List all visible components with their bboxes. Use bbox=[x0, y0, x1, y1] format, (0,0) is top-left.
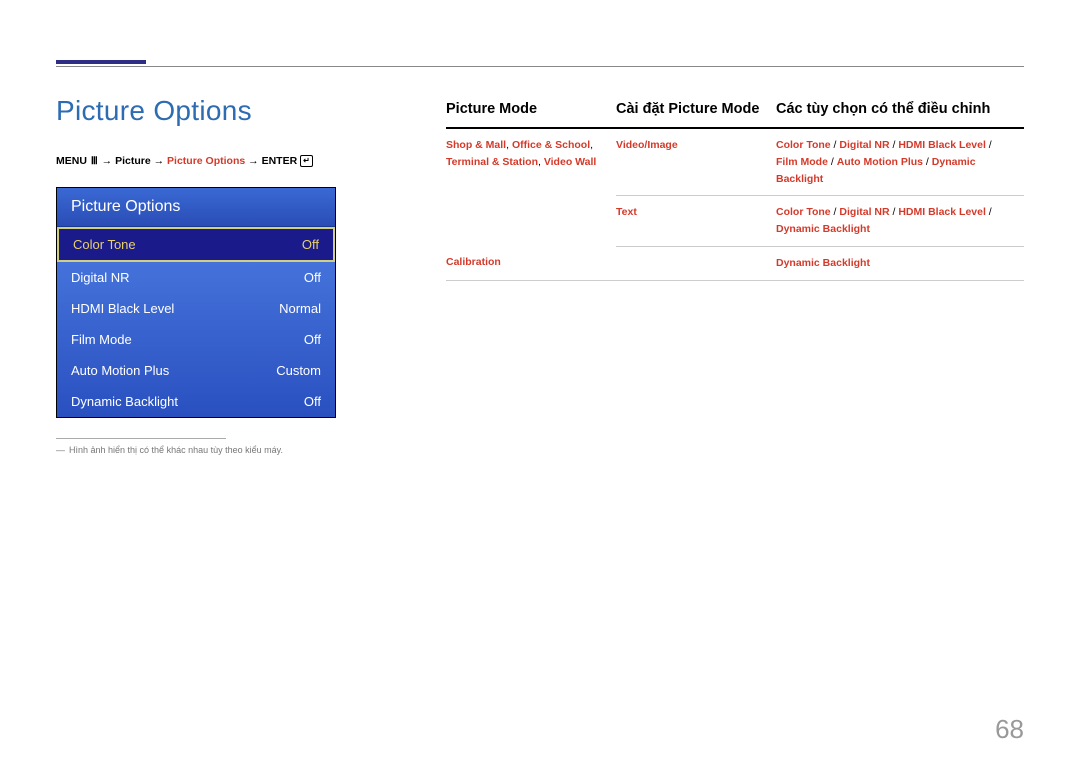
text-part: Auto Motion Plus bbox=[837, 156, 923, 168]
text-part: Shop & Mall bbox=[446, 139, 506, 151]
footnote-text: Hình ảnh hiển thị có thể khác nhau tùy t… bbox=[69, 445, 283, 455]
osd-menu-item-value: Off bbox=[304, 332, 321, 347]
cell-picture-mode: Shop & Mall, Office & School, Terminal &… bbox=[446, 128, 616, 246]
enter-icon: ↵ bbox=[300, 155, 313, 167]
header-accent-bar bbox=[56, 60, 146, 64]
text-part: HDMI Black Level bbox=[898, 139, 986, 151]
text-part: Text bbox=[616, 206, 637, 218]
breadcrumb-menu: MENU bbox=[56, 155, 87, 167]
text-part: Terminal & Station bbox=[446, 156, 538, 168]
osd-menu-item-label: HDMI Black Level bbox=[71, 301, 174, 316]
cell-adjustable: Dynamic Backlight bbox=[776, 246, 1024, 280]
breadcrumb-picture: Picture bbox=[115, 155, 151, 167]
text-part: Calibration bbox=[446, 256, 501, 268]
cell-picture-mode: Calibration bbox=[446, 246, 616, 280]
osd-menu-item[interactable]: Color Tone Off bbox=[57, 227, 335, 262]
cell-adjustable: Color Tone / Digital NR / HDMI Black Lev… bbox=[776, 196, 1024, 247]
osd-menu-item-value: Off bbox=[302, 237, 319, 252]
text-part: / bbox=[923, 156, 932, 168]
table-row: Calibration Dynamic Backlight bbox=[446, 246, 1024, 280]
page-title: Picture Options bbox=[56, 95, 386, 127]
text-part: Digital NR bbox=[839, 206, 889, 218]
table-header-picture-mode: Picture Mode bbox=[446, 95, 616, 128]
osd-menu-item-label: Auto Motion Plus bbox=[71, 363, 169, 378]
table-row: Shop & Mall, Office & School, Terminal &… bbox=[446, 128, 1024, 196]
text-part: Dynamic Backlight bbox=[776, 223, 870, 235]
cell-mode-setting: Video/Image bbox=[616, 128, 776, 196]
footnote-divider bbox=[56, 438, 226, 439]
footnote: ―Hình ảnh hiển thị có thể khác nhau tùy … bbox=[56, 445, 386, 455]
text-part: / bbox=[986, 206, 992, 218]
table-header-setting: Cài đặt Picture Mode bbox=[616, 95, 776, 128]
osd-menu-item[interactable]: Auto Motion Plus Custom bbox=[57, 355, 335, 386]
text-part: Color Tone bbox=[776, 139, 831, 151]
header-divider bbox=[56, 66, 1024, 67]
osd-menu-item[interactable]: Dynamic Backlight Off bbox=[57, 386, 335, 417]
options-table: Picture Mode Cài đặt Picture Mode Các tù… bbox=[446, 95, 1024, 281]
text-part: Office & School bbox=[512, 139, 590, 151]
osd-menu-item-label: Color Tone bbox=[73, 237, 136, 252]
osd-menu-item-value: Off bbox=[304, 394, 321, 409]
breadcrumb-enter: ENTER bbox=[262, 155, 298, 167]
breadcrumb: MENU Ⅲ → Picture → Picture Options → ENT… bbox=[56, 155, 386, 167]
osd-menu-item-label: Digital NR bbox=[71, 270, 130, 285]
menu-icon: Ⅲ bbox=[91, 156, 98, 167]
text-part: Digital NR bbox=[839, 139, 889, 151]
osd-menu-item-value: Normal bbox=[279, 301, 321, 316]
page-number: 68 bbox=[995, 714, 1024, 745]
breadcrumb-picture-options: Picture Options bbox=[167, 155, 245, 167]
osd-menu-item-label: Film Mode bbox=[71, 332, 132, 347]
text-part: Video Wall bbox=[544, 156, 597, 168]
cell-mode-setting: Text bbox=[616, 196, 776, 247]
text-part: Dynamic Backlight bbox=[776, 257, 870, 269]
osd-menu-body: Color Tone Off Digital NR Off HDMI Black Lev… bbox=[57, 227, 335, 417]
text-part: / bbox=[986, 139, 992, 151]
osd-menu-item[interactable]: Digital NR Off bbox=[57, 262, 335, 293]
cell-adjustable: Color Tone / Digital NR / HDMI Black Lev… bbox=[776, 128, 1024, 196]
text-part: HDMI Black Level bbox=[898, 206, 986, 218]
osd-menu-item[interactable]: Film Mode Off bbox=[57, 324, 335, 355]
osd-menu-item-label: Dynamic Backlight bbox=[71, 394, 178, 409]
text-part: / bbox=[828, 156, 837, 168]
osd-menu-title: Picture Options bbox=[57, 188, 335, 227]
cell-mode-setting bbox=[616, 246, 776, 280]
osd-menu-item-value: Custom bbox=[276, 363, 321, 378]
text-part: Color Tone bbox=[776, 206, 831, 218]
text-part: Film Mode bbox=[776, 156, 828, 168]
text-part: Video/Image bbox=[616, 139, 678, 151]
table-header-adjustable: Các tùy chọn có thể điều chỉnh bbox=[776, 95, 1024, 128]
osd-menu-item-value: Off bbox=[304, 270, 321, 285]
osd-menu-item[interactable]: HDMI Black Level Normal bbox=[57, 293, 335, 324]
text-part: , bbox=[590, 139, 593, 151]
osd-menu-panel: Picture Options Color Tone Off Digital NR O… bbox=[56, 187, 336, 418]
